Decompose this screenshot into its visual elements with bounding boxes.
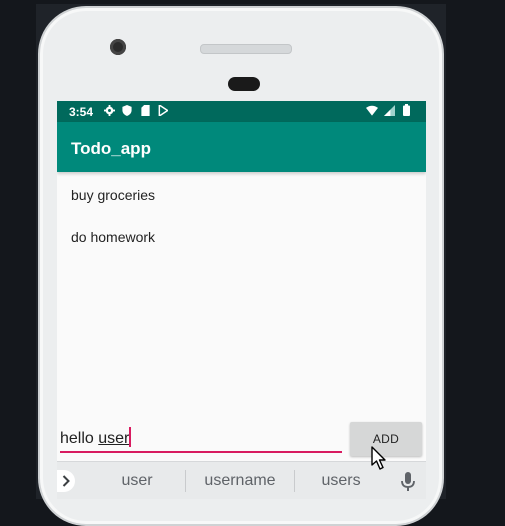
play-store-icon: [157, 104, 169, 116]
todo-label: buy groceries: [71, 186, 156, 203]
microphone-icon[interactable]: [400, 472, 416, 492]
sd-card-icon: [139, 104, 151, 116]
composing-word: user: [98, 430, 130, 447]
todo-list: buy groceries do homework: [57, 172, 426, 258]
suggestion-username[interactable]: username: [186, 462, 294, 499]
device-screen: 3:54 Todo_app buy groceries do homework …: [57, 101, 426, 499]
app-toolbar: Todo_app: [57, 122, 426, 172]
status-time: 3:54: [69, 105, 94, 119]
shield-icon: [121, 104, 133, 116]
todo-text-field[interactable]: hello user: [60, 427, 342, 453]
proximity-sensor: [228, 77, 260, 91]
status-bar: 3:54: [57, 101, 426, 122]
gear-icon: [103, 104, 115, 116]
battery-icon: [400, 104, 412, 116]
app-title: Todo_app: [71, 139, 151, 158]
typed-text: hello user: [60, 430, 129, 447]
cell-signal-icon: [383, 104, 395, 116]
suggestion-user[interactable]: user: [87, 462, 187, 499]
list-item[interactable]: do homework: [57, 215, 426, 258]
list-item[interactable]: buy groceries: [57, 172, 426, 215]
mouse-pointer-icon: [371, 446, 389, 472]
todo-label: do homework: [71, 228, 156, 245]
earpiece-speaker: [200, 44, 292, 54]
chevron-right-icon[interactable]: [57, 470, 75, 492]
typed-prefix: hello: [60, 430, 99, 447]
text-caret: [129, 427, 132, 447]
wifi-icon: [366, 104, 378, 116]
front-camera: [110, 39, 126, 55]
